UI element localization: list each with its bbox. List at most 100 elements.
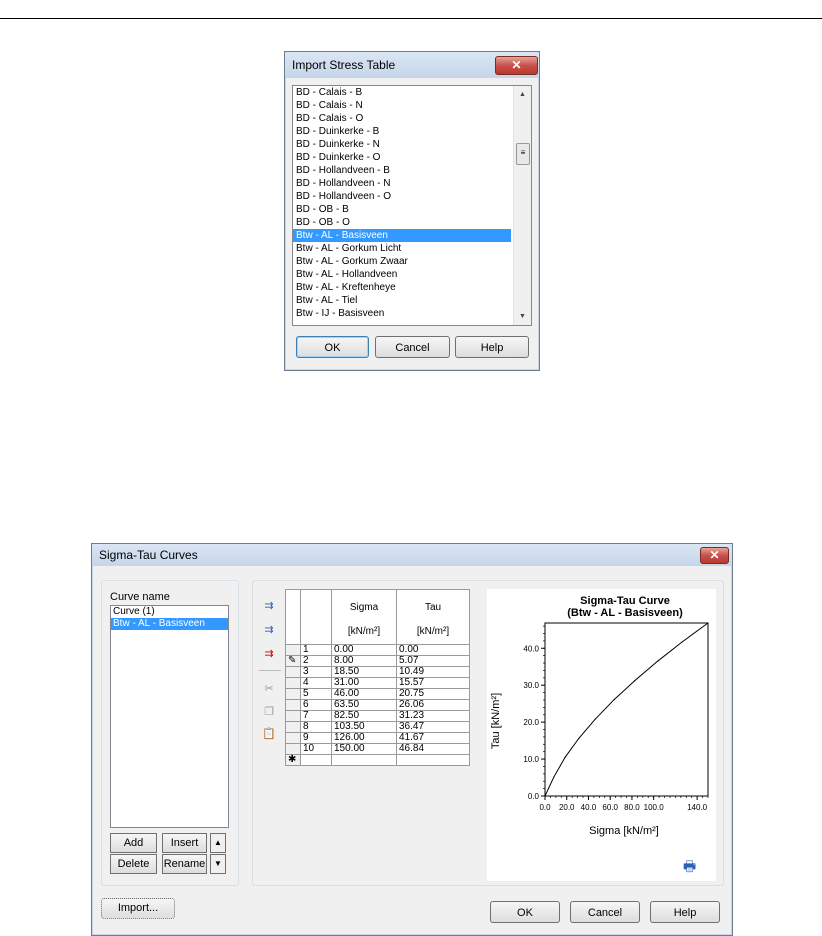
table-row[interactable]: 4 31.00 15.57	[285, 677, 470, 689]
help-button[interactable]: Help	[650, 901, 720, 923]
help-button[interactable]: Help	[455, 336, 529, 358]
table-row[interactable]: 8 103.50 36.47	[285, 721, 470, 733]
close-icon[interactable]: ✕	[495, 56, 538, 75]
row-index-cell: 10	[300, 743, 332, 755]
tau-cell[interactable]: 41.67	[396, 732, 470, 744]
list-item[interactable]: BD - Duinkerke - O	[293, 151, 511, 164]
insert-row-after-icon[interactable]: ⇉	[261, 622, 277, 638]
new-row-cell[interactable]	[331, 754, 397, 766]
chart-xlabel: Sigma [kN/m²]	[589, 825, 659, 837]
data-point	[578, 737, 580, 740]
sigma-cell[interactable]: 150.00	[331, 743, 397, 755]
list-item[interactable]: BD - Hollandveen - B	[293, 164, 511, 177]
data-point	[656, 660, 659, 662]
move-down-icon[interactable]: ▼	[210, 854, 226, 874]
sigma-cell[interactable]: 103.50	[331, 721, 397, 733]
delete-button[interactable]: Delete	[110, 854, 157, 874]
close-icon[interactable]: ✕	[700, 547, 729, 564]
curve-list-item[interactable]: Btw - AL - Basisveen	[111, 618, 228, 630]
rename-button[interactable]: Rename	[162, 854, 207, 874]
list-item[interactable]: BD - Calais - N	[293, 99, 511, 112]
curve-list-item[interactable]: Curve (1)	[111, 606, 228, 618]
import-dialog-titlebar: Import Stress Table ✕	[285, 52, 539, 78]
scroll-up-icon[interactable]: ▲	[514, 86, 531, 103]
list-item[interactable]: BD - OB - B	[293, 203, 511, 216]
sigma-cell[interactable]: 46.00	[331, 688, 397, 700]
row-index-cell: 1	[300, 644, 332, 656]
add-button[interactable]: Add	[110, 833, 157, 853]
table-row[interactable]: 10 150.00 46.84	[285, 743, 470, 755]
x-tick-label: 40.0	[581, 803, 597, 812]
copy-icon[interactable]: ❐	[261, 704, 277, 720]
sigma-cell[interactable]: 63.50	[331, 699, 397, 711]
table-row[interactable]: 7 82.50 31.23	[285, 710, 470, 722]
move-up-icon[interactable]: ▲	[210, 833, 226, 853]
sigma-cell[interactable]: 0.00	[331, 644, 397, 656]
cancel-button[interactable]: Cancel	[375, 336, 450, 358]
scroll-down-icon[interactable]: ▼	[514, 308, 531, 325]
table-row[interactable]: ✎ 2 8.00 5.07	[285, 655, 470, 667]
sigma-unit-label: [kN/m²]	[347, 626, 381, 637]
x-tick-label: 20.0	[559, 803, 575, 812]
row-index-cell: 8	[300, 721, 332, 733]
tau-cell[interactable]: 20.75	[396, 688, 470, 700]
table-row[interactable]: 9 126.00 41.67	[285, 732, 470, 744]
new-row-cell[interactable]	[300, 754, 332, 766]
sigma-cell[interactable]: 31.00	[331, 677, 397, 689]
insert-row-before-icon[interactable]: ⇉	[261, 598, 277, 614]
new-row-cell[interactable]	[396, 754, 470, 766]
paste-icon[interactable]: 📋	[261, 726, 277, 742]
list-item[interactable]: BD - Hollandveen - O	[293, 190, 511, 203]
list-item[interactable]: BD - Calais - B	[293, 86, 511, 99]
list-item[interactable]: Btw - IJ - Basisveen	[293, 307, 511, 320]
tau-cell[interactable]: 10.49	[396, 666, 470, 678]
tau-cell[interactable]: 31.23	[396, 710, 470, 722]
ok-button[interactable]: OK	[490, 901, 560, 923]
tau-cell[interactable]: 0.00	[396, 644, 470, 656]
table-row[interactable]: 6 63.50 26.06	[285, 699, 470, 711]
list-item[interactable]: BD - OB - O	[293, 216, 511, 229]
tau-cell[interactable]: 5.07	[396, 655, 470, 667]
sigma-tau-table[interactable]: Sigma [kN/m²] Tau [kN/m²] 1 0.00 0.00 ✎ 2 8.0…	[285, 589, 470, 766]
delete-row-icon[interactable]: ⇉	[261, 646, 277, 662]
tau-cell[interactable]: 36.47	[396, 721, 470, 733]
stress-table-list[interactable]: BD - Calais - B BD - Calais - N BD - Calai…	[292, 85, 532, 326]
tau-cell[interactable]: 46.84	[396, 743, 470, 755]
table-row[interactable]: 1 0.00 0.00	[285, 644, 470, 656]
cut-icon[interactable]: ✂	[261, 681, 277, 697]
chart-subtitle: (Btw - AL - Basisveen)	[567, 607, 683, 619]
sigma-cell[interactable]: 18.50	[331, 666, 397, 678]
list-item[interactable]: BD - Duinkerke - N	[293, 138, 511, 151]
list-item[interactable]: Btw - AL - Kreftenheye	[293, 281, 511, 294]
table-row[interactable]: 3 18.50 10.49	[285, 666, 470, 678]
table-row[interactable]: 5 46.00 20.75	[285, 688, 470, 700]
sigma-cell[interactable]: 126.00	[331, 732, 397, 744]
cancel-button[interactable]: Cancel	[570, 901, 640, 923]
list-item[interactable]: Btw - AL - Gorkum Licht	[293, 242, 511, 255]
tau-cell[interactable]: 15.57	[396, 677, 470, 689]
list-item[interactable]: BD - Calais - O	[293, 112, 511, 125]
curve-list[interactable]: Curve (1) Btw - AL - Basisveen	[110, 605, 229, 828]
import-button[interactable]: Import...	[101, 898, 175, 919]
data-point	[681, 641, 683, 643]
data-point	[613, 699, 615, 701]
scroll-thumb[interactable]: ≡	[516, 143, 530, 165]
x-tick-label: 80.0	[624, 803, 640, 812]
new-row[interactable]: ✱	[285, 754, 470, 766]
tau-unit-label: [kN/m²]	[416, 626, 450, 637]
printer-icon[interactable]: 🖶	[683, 856, 696, 880]
page-header-rule	[0, 18, 822, 19]
row-marker-cell	[285, 699, 301, 711]
list-scrollbar[interactable]: ▲ ≡ ▼	[513, 86, 531, 325]
list-item[interactable]: Btw - AL - Basisveen	[293, 229, 511, 242]
tau-cell[interactable]: 26.06	[396, 699, 470, 711]
list-item[interactable]: BD - Hollandveen - N	[293, 177, 511, 190]
list-item[interactable]: Btw - AL - Tiel	[293, 294, 511, 307]
list-item[interactable]: BD - Duinkerke - B	[293, 125, 511, 138]
list-item[interactable]: Btw - AL - Gorkum Zwaar	[293, 255, 511, 268]
sigma-cell[interactable]: 8.00	[331, 655, 397, 667]
insert-button[interactable]: Insert	[162, 833, 207, 853]
list-item[interactable]: Btw - AL - Hollandveen	[293, 268, 511, 281]
ok-button[interactable]: OK	[296, 336, 369, 358]
sigma-cell[interactable]: 82.50	[331, 710, 397, 722]
